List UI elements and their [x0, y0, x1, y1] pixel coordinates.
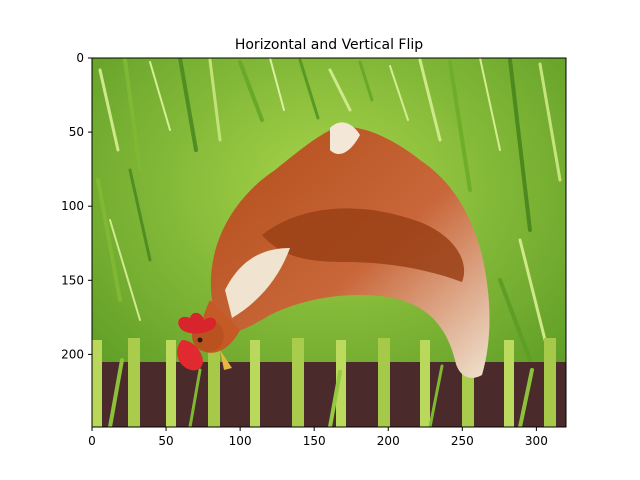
- fence-base: [92, 362, 566, 427]
- x-tick-label: 100: [229, 434, 252, 448]
- y-tick-label: 100: [61, 199, 84, 213]
- chart-title: Horizontal and Vertical Flip: [235, 37, 423, 53]
- x-tick-label: 200: [377, 434, 400, 448]
- y-tick-label: 0: [76, 51, 84, 65]
- x-tick-label: 0: [88, 434, 96, 448]
- hen-eye: [197, 337, 203, 343]
- flipped-image-chart: Horizontal and Vertical Flip 0 50 100 15…: [61, 37, 567, 448]
- x-axis: 0 50 100 150 200 250 300: [88, 427, 548, 448]
- y-tick-label: 200: [61, 347, 84, 361]
- y-axis: 0 50 100 150 200: [61, 51, 92, 361]
- hen-in-grass-photo: [92, 58, 566, 427]
- x-tick-label: 150: [303, 434, 326, 448]
- y-tick-label: 150: [61, 273, 84, 287]
- x-tick-label: 300: [525, 434, 548, 448]
- x-tick-label: 250: [451, 434, 474, 448]
- y-tick-label: 50: [69, 125, 84, 139]
- x-tick-label: 50: [158, 434, 173, 448]
